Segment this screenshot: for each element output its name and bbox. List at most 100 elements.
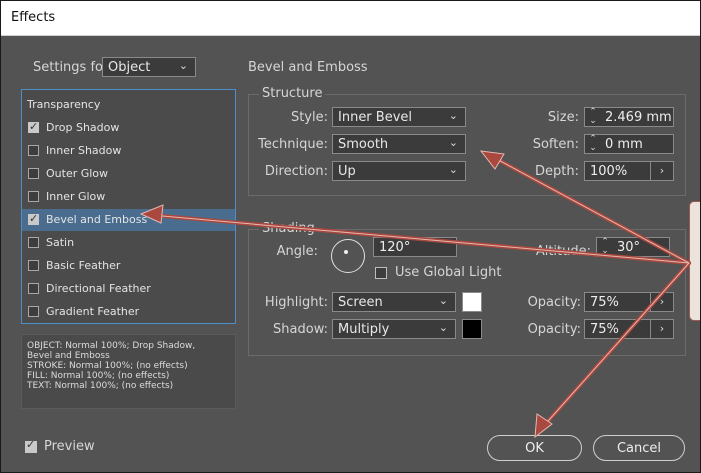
annotation-arrowhead [534,413,553,439]
shadow-opacity-value: 75% [590,322,619,337]
chevron-down-icon: ⌄ [448,109,458,122]
check-icon: ✓ [26,438,36,451]
effect-label: Directional Feather [46,282,151,295]
effect-label: Satin [46,236,75,249]
technique-dropdown[interactable]: Smooth ⌄ [332,134,466,154]
shadow-color-swatch[interactable] [462,319,482,339]
chevron-right-icon[interactable]: › [650,162,673,180]
inner-shadow-checkbox[interactable] [28,145,39,156]
angle-field[interactable]: 120° [373,237,457,257]
summary-line: STROKE: Normal 100%; (no effects) [27,361,188,371]
stepper-icon[interactable]: ⌃ ⌄ [589,108,597,126]
highlight-mode-value: Screen [338,295,383,310]
chevron-down-icon: ⌄ [448,163,458,176]
chevron-down-icon: ⌄ [438,294,448,307]
style-dropdown[interactable]: Inner Bevel ⌄ [332,107,466,127]
summary-line: OBJECT: Normal 100%; Drop Shadow, [27,341,196,351]
highlight-opacity-label: Opacity: [527,295,581,310]
effect-item-outer-glow[interactable]: Outer Glow [22,163,235,185]
shadow-label: Shadow: [273,322,328,337]
settings-for-value: Object [108,60,151,75]
summary-line: FILL: Normal 100%; (no effects) [27,371,170,381]
chevron-down-icon: ⌄ [178,59,188,72]
altitude-value: 30° [617,240,641,255]
preview-label: Preview [44,439,95,454]
use-global-light-label: Use Global Light [395,265,502,280]
effect-item-bevel-and-emboss[interactable]: Bevel and Emboss [22,209,235,231]
effect-item-drop-shadow[interactable]: Drop Shadow [22,117,235,139]
effect-label: Outer Glow [46,167,109,180]
effect-label: Basic Feather [46,259,121,272]
stepper-icon[interactable]: ⌃ ⌄ [601,238,609,256]
window-title: Effects [11,10,56,25]
shadow-opacity-field[interactable]: 75% › [584,319,674,339]
drop-shadow-checkbox[interactable] [28,120,39,133]
use-global-light-checkbox[interactable] [375,267,387,279]
settings-for-label: Settings for: [33,60,113,75]
highlight-mode-dropdown[interactable]: Screen ⌄ [332,292,456,312]
angle-dial-dot [344,250,348,254]
basic-feather-checkbox[interactable] [28,260,39,271]
direction-dropdown[interactable]: Up ⌄ [332,161,466,181]
outer-glow-checkbox[interactable] [28,168,39,179]
size-label: Size: [547,110,579,125]
depth-label: Depth: [535,164,579,179]
shadow-mode-dropdown[interactable]: Multiply ⌄ [332,319,456,339]
chevron-right-icon[interactable]: › [650,320,673,338]
technique-label: Technique: [258,137,328,152]
effect-item-directional-feather[interactable]: Directional Feather [22,278,235,300]
cancel-button[interactable]: Cancel [593,435,685,461]
highlight-label: Highlight: [264,295,328,310]
gradient-feather-checkbox[interactable] [28,306,39,317]
highlight-color-swatch[interactable] [462,292,482,312]
effect-label: Drop Shadow [46,121,120,134]
altitude-field[interactable]: ⌃ ⌄ 30° [596,237,670,257]
effect-item-gradient-feather[interactable]: Gradient Feather [22,301,235,323]
structure-title: Structure [259,86,326,101]
title-bar: Effects [1,1,700,36]
bevel-and-emboss-checkbox[interactable] [28,212,39,225]
angle-label: Angle: [276,244,318,259]
effect-item-satin[interactable]: Satin [22,232,235,254]
chevron-down-icon: ⌄ [448,136,458,149]
soften-label: Soften: [532,137,579,152]
chevron-right-icon[interactable]: › [650,293,673,311]
inner-glow-checkbox[interactable] [28,191,39,202]
chevron-down-icon: ⌄ [438,321,448,334]
summary-line: TEXT: Normal 100%; (no effects) [27,381,174,391]
effect-label: Transparency [27,98,101,111]
effect-item-inner-glow[interactable]: Inner Glow [22,186,235,208]
settings-for-dropdown[interactable]: Object ⌄ [102,57,196,77]
effects-dialog: Effects Settings for: Object ⌄ Transpare… [0,0,701,473]
size-value: 2.469 mm [605,110,672,125]
direction-label: Direction: [264,164,328,179]
effect-item-transparency[interactable]: Transparency [22,94,235,116]
depth-value: 100% [590,164,628,179]
annotation-callout [689,201,700,321]
satin-checkbox[interactable] [28,237,39,248]
size-field[interactable]: ⌃ ⌄ 2.469 mm [584,107,674,127]
preview-checkbox[interactable]: ✓ [25,438,37,453]
summary-line: Bevel and Emboss [27,351,110,361]
depth-field[interactable]: 100% › [584,161,674,181]
altitude-label: Altitude: [535,244,591,259]
effect-item-inner-shadow[interactable]: Inner Shadow [22,140,235,162]
effect-label: Inner Shadow [46,144,122,157]
directional-feather-checkbox[interactable] [28,283,39,294]
stepper-icon[interactable]: ⌃ ⌄ [589,135,597,153]
highlight-opacity-value: 75% [590,295,619,310]
soften-field[interactable]: ⌃ ⌄ 0 mm [584,134,674,154]
angle-value: 120° [379,240,411,255]
soften-value: 0 mm [605,137,643,152]
ok-button[interactable]: OK [487,435,582,461]
effects-list: Transparency Drop Shadow Inner Shadow Ou… [21,89,236,324]
shadow-opacity-label: Opacity: [527,322,581,337]
shading-title: Shading [259,221,318,236]
effects-summary: OBJECT: Normal 100%; Drop Shadow, Bevel … [21,334,236,409]
technique-value: Smooth [338,137,389,152]
highlight-opacity-field[interactable]: 75% › [584,292,674,312]
effect-item-basic-feather[interactable]: Basic Feather [22,255,235,277]
panel-title: Bevel and Emboss [248,60,368,75]
effect-label: Gradient Feather [46,305,140,318]
angle-dial[interactable] [331,239,365,273]
